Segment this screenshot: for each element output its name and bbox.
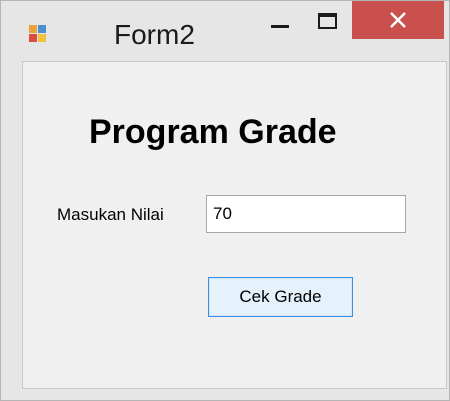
minimize-icon — [271, 25, 289, 28]
maximize-button[interactable] — [305, 1, 349, 37]
minimize-button[interactable] — [259, 1, 303, 37]
form2-window: Form2 Program Grade Masukan Nilai Cek Gr… — [0, 0, 450, 401]
title-bar[interactable]: Form2 — [1, 1, 449, 59]
maximize-icon — [318, 13, 337, 29]
page-title: Program Grade — [89, 113, 337, 151]
cek-grade-button[interactable]: Cek Grade — [208, 277, 353, 317]
close-icon — [390, 12, 406, 28]
nilai-input[interactable] — [206, 195, 406, 233]
nilai-label: Masukan Nilai — [57, 205, 164, 224]
window-title: Form2 — [114, 19, 195, 50]
close-button[interactable] — [352, 1, 444, 39]
windows-form-icon — [29, 25, 46, 42]
